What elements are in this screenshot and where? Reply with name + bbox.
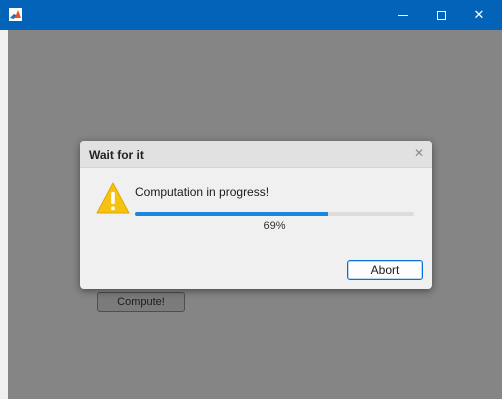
title-bar[interactable]: ✕ (0, 0, 502, 30)
progress-dialog: Wait for it ✕ Computation in progress! 6… (80, 141, 432, 289)
app-window: ✕ Compute! Wait for it ✕ Computation in … (0, 0, 502, 399)
progress-percent: 69% (263, 220, 286, 232)
close-button[interactable]: ✕ (462, 0, 496, 30)
progress-bar (135, 212, 414, 216)
maximize-button[interactable] (424, 0, 458, 30)
progress-fill (135, 212, 328, 216)
minimize-icon (398, 14, 408, 16)
minimize-button[interactable] (386, 0, 420, 30)
matlab-icon (9, 8, 22, 21)
warning-icon (96, 182, 130, 214)
dialog-close-icon[interactable]: ✕ (412, 146, 426, 160)
maximize-icon (436, 10, 446, 20)
progress-message: Computation in progress! (135, 185, 270, 199)
dialog-title: Wait for it (89, 148, 144, 162)
abort-button[interactable]: Abort (347, 260, 423, 280)
close-icon: ✕ (473, 7, 485, 23)
dialog-header[interactable]: Wait for it ✕ (80, 141, 432, 168)
compute-button[interactable]: Compute! (97, 292, 185, 312)
